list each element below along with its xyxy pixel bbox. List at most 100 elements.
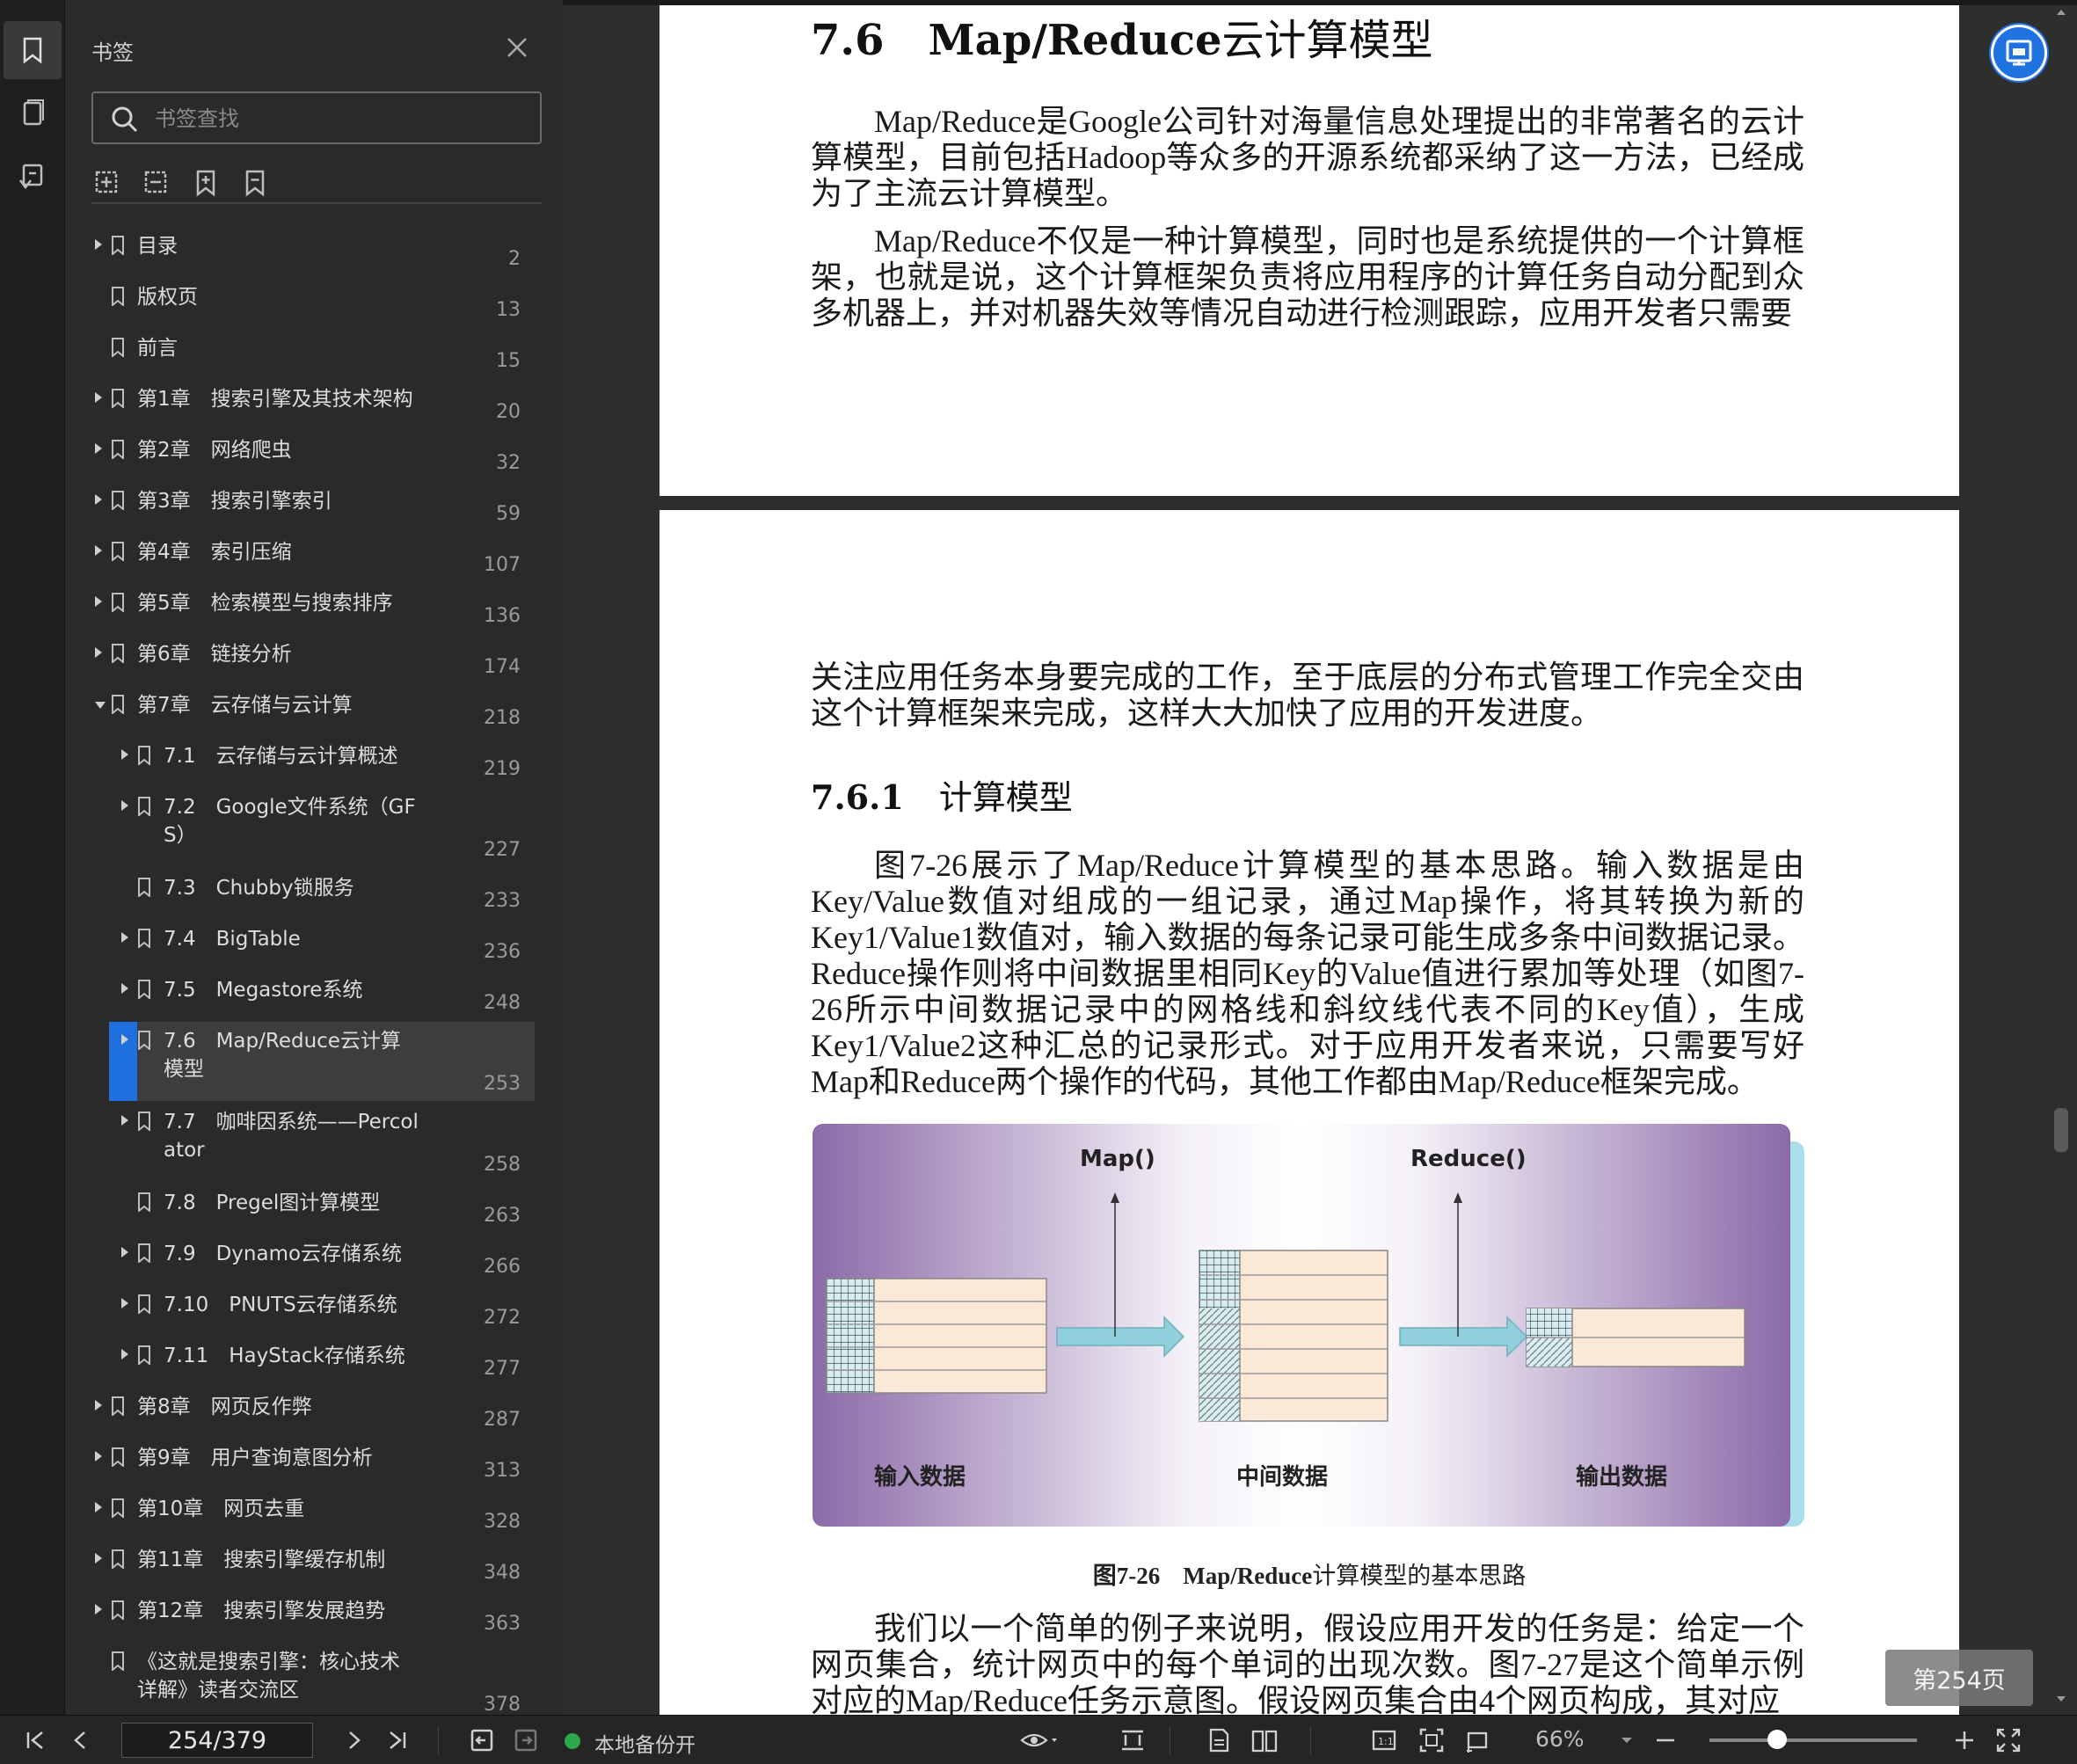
actual-size-icon[interactable]: 1:1 bbox=[1370, 1726, 1398, 1754]
previous-page-icon[interactable] bbox=[67, 1726, 95, 1754]
expand-arrow-icon[interactable] bbox=[95, 1502, 102, 1513]
expand-arrow-icon[interactable] bbox=[95, 545, 102, 556]
svg-text:1:1: 1:1 bbox=[1378, 1736, 1394, 1747]
expand-arrow-icon[interactable] bbox=[121, 932, 128, 943]
collapse-arrow-icon[interactable] bbox=[95, 702, 106, 709]
bookmark-item[interactable]: 目录 2 bbox=[67, 227, 542, 278]
zoom-slider-handle[interactable] bbox=[1767, 1730, 1787, 1749]
expand-arrow-icon[interactable] bbox=[95, 494, 102, 505]
scroll-up-icon[interactable] bbox=[2054, 5, 2068, 19]
bookmark-panel-button[interactable] bbox=[4, 21, 62, 79]
expand-all-icon[interactable] bbox=[91, 167, 123, 199]
thumbnail-panel-button[interactable] bbox=[4, 84, 62, 142]
scroll-down-icon[interactable] bbox=[2054, 1692, 2068, 1706]
zoom-level[interactable]: 66% bbox=[1535, 1726, 1585, 1752]
expand-arrow-icon[interactable] bbox=[121, 1349, 128, 1359]
bookmark-search-input[interactable] bbox=[155, 104, 524, 134]
bookmark-page-number: 363 bbox=[484, 1613, 521, 1635]
bookmark-item[interactable]: 7.10 PNUTS云存储系统 272 bbox=[67, 1286, 542, 1337]
local-backup-label[interactable]: 本地备份开 bbox=[594, 1728, 696, 1758]
bookmark-item[interactable]: 第4章 索引压缩 107 bbox=[67, 533, 542, 584]
annotation-panel-button[interactable] bbox=[4, 148, 62, 206]
fullscreen-icon[interactable] bbox=[1994, 1726, 2022, 1754]
section-heading: 7.6 Map/Reduce云计算模型 bbox=[811, 5, 1433, 67]
document-scrollbar-thumb[interactable] bbox=[2054, 1108, 2068, 1152]
bookmark-icon bbox=[112, 1447, 124, 1467]
expand-arrow-icon[interactable] bbox=[95, 1400, 102, 1410]
expand-arrow-icon[interactable] bbox=[121, 1298, 128, 1308]
bookmark-item[interactable]: 7.11 HayStack存储系统 277 bbox=[67, 1337, 542, 1388]
expand-arrow-icon[interactable] bbox=[121, 1247, 128, 1257]
single-page-icon[interactable] bbox=[1205, 1726, 1233, 1754]
bookmark-item[interactable]: 第5章 检索模型与搜索排序 136 bbox=[67, 584, 542, 635]
expand-arrow-icon[interactable] bbox=[95, 1604, 102, 1615]
zoom-slider-track[interactable] bbox=[1709, 1738, 1917, 1742]
next-page-icon[interactable] bbox=[339, 1726, 368, 1754]
rotate-icon[interactable] bbox=[1463, 1726, 1491, 1754]
zoom-in-icon[interactable] bbox=[1950, 1726, 1979, 1754]
expand-arrow-icon[interactable] bbox=[95, 596, 102, 607]
page-254: 关注应用任务本身要完成的工作，至于底层的分布式管理工作完全交由这个计算框架来完成… bbox=[660, 510, 1959, 1718]
bookmark-item[interactable]: 7.2 Google文件系统（GF S） 227 bbox=[67, 788, 542, 869]
bookmark-item[interactable]: 第3章 搜索引擎索引 59 bbox=[67, 482, 542, 533]
float-tool-button[interactable] bbox=[1991, 25, 2047, 81]
bookmark-page-number: 107 bbox=[484, 554, 521, 576]
remove-bookmark-icon[interactable] bbox=[239, 167, 271, 199]
bookmark-search-box[interactable] bbox=[91, 91, 542, 144]
collapse-all-icon[interactable] bbox=[141, 167, 172, 199]
expand-arrow-icon[interactable] bbox=[95, 1553, 102, 1564]
bookmark-item[interactable]: 第12章 搜索引擎发展趋势 363 bbox=[67, 1592, 542, 1643]
bookmark-item[interactable]: 第1章 搜索引擎及其技术架构 20 bbox=[67, 380, 542, 431]
expand-arrow-icon[interactable] bbox=[121, 1034, 128, 1045]
bookmark-item[interactable]: 7.6 Map/Reduce云计算 模型 253 bbox=[67, 1022, 542, 1103]
expand-arrow-icon[interactable] bbox=[95, 647, 102, 658]
bookmark-item[interactable]: 7.1 云存储与云计算概述 219 bbox=[67, 737, 542, 788]
bookmark-item[interactable]: 7.9 Dynamo云存储系统 266 bbox=[67, 1235, 542, 1286]
close-icon[interactable] bbox=[503, 33, 531, 62]
bookmark-item[interactable]: 第8章 网页反作弊 287 bbox=[67, 1388, 542, 1439]
bookmark-icon bbox=[112, 593, 124, 612]
page-thumbnail-icon bbox=[23, 99, 44, 126]
bookmark-item[interactable]: 第9章 用户查询意图分析 313 bbox=[67, 1439, 542, 1490]
zoom-out-icon[interactable] bbox=[1651, 1726, 1680, 1754]
bookmark-item[interactable]: 《这就是搜索引擎：核心技术 详解》读者交流区 378 bbox=[67, 1643, 542, 1715]
expand-arrow-icon[interactable] bbox=[95, 239, 102, 250]
fit-page-icon[interactable] bbox=[1417, 1726, 1446, 1754]
fit-width-icon[interactable] bbox=[1119, 1726, 1147, 1754]
last-page-icon[interactable] bbox=[383, 1726, 412, 1754]
go-back-icon[interactable] bbox=[468, 1726, 496, 1754]
bookmark-item[interactable]: 7.7 咖啡因系统——Percol ator 258 bbox=[67, 1103, 542, 1184]
first-page-icon[interactable] bbox=[21, 1726, 49, 1754]
expand-arrow-icon[interactable] bbox=[95, 443, 102, 454]
intermediate-data-label: 中间数据 bbox=[1236, 1464, 1328, 1491]
expand-arrow-icon[interactable] bbox=[95, 1451, 102, 1461]
bookmark-item[interactable]: 7.3 Chubby锁服务 233 bbox=[67, 869, 542, 920]
bookmark-item[interactable]: 第10章 网页去重 328 bbox=[67, 1490, 542, 1541]
zoom-dropdown-icon[interactable] bbox=[1618, 1726, 1636, 1754]
bookmark-item[interactable]: 第6章 链接分析 174 bbox=[67, 635, 542, 686]
bookmark-label: 第10章 网页去重 bbox=[137, 1498, 305, 1520]
panel-title: 书签 bbox=[91, 40, 134, 65]
bookmark-label: 版权页 bbox=[137, 286, 198, 309]
bookmark-icon bbox=[138, 1345, 150, 1365]
bookmark-item[interactable]: 前言 15 bbox=[67, 329, 542, 380]
eye-protection-icon[interactable] bbox=[1020, 1726, 1059, 1754]
bookmark-item[interactable]: 第7章 云存储与云计算 218 bbox=[67, 686, 542, 737]
bookmark-item[interactable]: 7.8 Pregel图计算模型 263 bbox=[67, 1184, 542, 1235]
go-forward-icon[interactable] bbox=[512, 1726, 540, 1754]
bookmark-item[interactable]: 第2章 网络爬虫 32 bbox=[67, 431, 542, 482]
bookmark-item[interactable]: 7.4 BigTable 236 bbox=[67, 920, 542, 971]
bookmark-icon bbox=[138, 746, 150, 765]
expand-arrow-icon[interactable] bbox=[95, 392, 102, 403]
expand-arrow-icon[interactable] bbox=[121, 749, 128, 760]
expand-arrow-icon[interactable] bbox=[121, 800, 128, 811]
two-page-icon[interactable] bbox=[1250, 1726, 1279, 1754]
add-bookmark-icon[interactable] bbox=[190, 167, 222, 199]
bookmark-item[interactable]: 版权页 13 bbox=[67, 278, 542, 329]
bookmark-item[interactable]: 第11章 搜索引擎缓存机制 348 bbox=[67, 1541, 542, 1592]
page-number-input[interactable] bbox=[121, 1723, 313, 1758]
expand-arrow-icon[interactable] bbox=[121, 1115, 128, 1126]
caption-title-cn: 计算模型的基本思路 bbox=[1312, 1563, 1527, 1589]
bookmark-item[interactable]: 7.5 Megastore系统 248 bbox=[67, 971, 542, 1022]
expand-arrow-icon[interactable] bbox=[121, 983, 128, 994]
